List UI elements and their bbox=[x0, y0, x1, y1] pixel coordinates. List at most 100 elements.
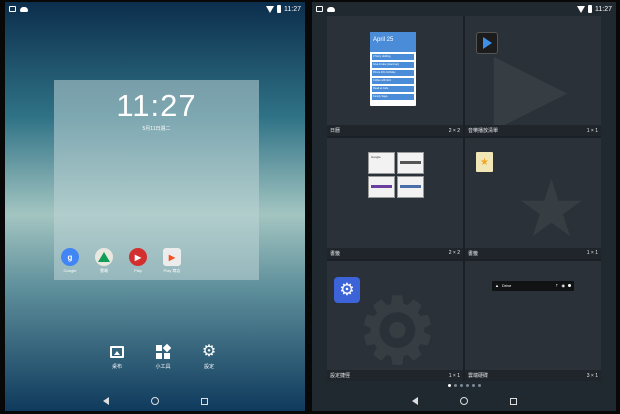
wifi-icon bbox=[577, 5, 585, 13]
bookmarks-preview: Google bbox=[368, 152, 424, 199]
settings-button[interactable]: ⚙ 設定 bbox=[197, 343, 221, 371]
back-icon[interactable] bbox=[411, 397, 418, 405]
wallpaper-button[interactable]: 桌布 bbox=[105, 344, 129, 370]
drive-icon bbox=[95, 248, 113, 266]
page-indicator bbox=[312, 384, 616, 387]
widget-label-bar: 日曆 2 × 2 bbox=[327, 125, 463, 137]
bookmark-thumb bbox=[397, 176, 424, 199]
page-dot[interactable] bbox=[471, 384, 475, 387]
calendar-event: Prince Fil's birthday bbox=[372, 70, 414, 76]
cloud-icon bbox=[327, 6, 335, 12]
homescreen-preview[interactable]: 11:27 5月11日週二 g Google 雲端 ▶ Play ▶ Play … bbox=[54, 80, 259, 280]
home-icon[interactable] bbox=[150, 397, 159, 405]
settings-gear-icon: ⚙ bbox=[334, 276, 360, 303]
widget-size: 3 × 1 bbox=[586, 372, 598, 379]
app-row: g Google 雲端 ▶ Play ▶ Play 商店 bbox=[60, 248, 182, 274]
play-store-icon: ▶ bbox=[163, 248, 181, 266]
bookmark-thumb: Google bbox=[368, 152, 395, 175]
widget-bookmark-small[interactable]: ★ ★ 書籤 1 × 1 bbox=[465, 138, 601, 259]
app-play[interactable]: ▶ Play bbox=[128, 248, 148, 274]
add-icon bbox=[568, 284, 571, 288]
calendar-event: Read at Cafe bbox=[372, 86, 414, 92]
widget-music-playlist[interactable]: ▶ 音樂播放清單 1 × 1 bbox=[465, 16, 601, 137]
drive-widget-preview: ▲ Drive ⇡ ◉ bbox=[492, 280, 574, 291]
widget-size: 2 × 2 bbox=[448, 127, 460, 134]
camera-icon: ◉ bbox=[561, 283, 566, 289]
upload-icon: ⇡ bbox=[555, 283, 559, 289]
widget-name: 雲端硬碟 bbox=[468, 373, 489, 379]
screenshot-icon bbox=[9, 6, 16, 12]
navigation-bar bbox=[312, 391, 616, 411]
bookmark-thumb bbox=[368, 176, 395, 199]
page-dot[interactable] bbox=[465, 384, 469, 387]
widget-size: 1 × 1 bbox=[586, 250, 598, 257]
bookmark-thumb-title: Google bbox=[371, 155, 381, 160]
status-time: 11:27 bbox=[595, 5, 612, 13]
recents-icon[interactable] bbox=[200, 397, 208, 405]
date-text: 5月11日週二 bbox=[142, 126, 171, 132]
widget-size: 1 × 1 bbox=[586, 127, 598, 134]
gear-icon: ⚙ bbox=[201, 343, 217, 360]
battery-icon bbox=[588, 5, 592, 13]
widget-calendar[interactable]: April 25 3 Story drafting Give & take (s… bbox=[327, 16, 463, 137]
wallpaper-icon bbox=[110, 346, 124, 358]
widget-label-bar: 雲端硬碟 3 × 1 bbox=[465, 370, 601, 381]
widgets-icon bbox=[156, 343, 172, 359]
status-bar: 11:27 bbox=[312, 2, 616, 16]
app-google[interactable]: g Google bbox=[60, 248, 80, 274]
widget-grid: April 25 3 Story drafting Give & take (s… bbox=[327, 16, 601, 381]
calendar-event: 3 Story drafting bbox=[372, 54, 414, 60]
screen: 11:27 11:27 5月11日週二 g Google 雲端 ▶ Play ▶… bbox=[0, 0, 620, 414]
widget-name: 書籤 bbox=[330, 250, 341, 257]
navigation-bar bbox=[5, 391, 305, 411]
drive-label: Drive bbox=[501, 283, 512, 289]
launcher-overview-panel: 11:27 11:27 5月11日週二 g Google 雲端 ▶ Play ▶… bbox=[5, 2, 305, 411]
calendar-preview: April 25 3 Story drafting Give & take (s… bbox=[370, 32, 416, 106]
clock-widget: 11:27 bbox=[116, 88, 197, 123]
bookmark-thumb bbox=[397, 152, 424, 175]
widget-name: 書籤 bbox=[468, 250, 479, 257]
widget-settings-shortcut[interactable]: ⚙ ⚙ 設定捷徑 1 × 1 bbox=[327, 260, 463, 381]
page-dot[interactable] bbox=[447, 384, 451, 387]
overview-actions: 桌布 小工具 ⚙ 設定 bbox=[105, 344, 221, 370]
page-dot[interactable] bbox=[477, 384, 481, 387]
widget-name: 日曆 bbox=[330, 128, 341, 135]
widget-name: 音樂播放清單 bbox=[468, 128, 499, 135]
calendar-event: Coffee with Eric bbox=[372, 78, 414, 84]
widget-name: 設定捷徑 bbox=[330, 373, 351, 379]
app-play-store[interactable]: ▶ Play 商店 bbox=[162, 248, 182, 274]
page-dot[interactable] bbox=[459, 384, 463, 387]
widget-bookmarks-large[interactable]: Google 書籤 2 × 2 bbox=[327, 138, 463, 259]
wifi-icon bbox=[266, 5, 274, 13]
calendar-event: Family Saga bbox=[372, 94, 414, 100]
gear-watermark-icon: ⚙ bbox=[357, 281, 438, 381]
bookmark-watermark-icon: ★ bbox=[520, 170, 583, 249]
calendar-header: April 25 bbox=[370, 32, 416, 52]
page-dot[interactable] bbox=[453, 384, 457, 387]
bookmark-star-icon: ★ bbox=[476, 152, 493, 173]
status-bar: 11:27 bbox=[5, 2, 305, 16]
recents-icon[interactable] bbox=[509, 397, 517, 405]
widgets-button[interactable]: 小工具 bbox=[151, 343, 175, 370]
settings-label: 設定 bbox=[203, 364, 214, 370]
back-icon[interactable] bbox=[102, 397, 109, 405]
widget-drive[interactable]: ▲ Drive ⇡ ◉ 雲端硬碟 3 × 1 bbox=[465, 260, 601, 381]
app-label: Play 商店 bbox=[163, 268, 181, 273]
calendar-event: Give & take (stand-up) bbox=[372, 62, 414, 68]
drive-icon: ▲ bbox=[495, 283, 499, 289]
widget-size: 1 × 1 bbox=[448, 372, 460, 379]
widget-size: 2 × 2 bbox=[448, 250, 460, 257]
music-play-icon bbox=[476, 32, 498, 54]
widget-label-bar: 設定捷徑 1 × 1 bbox=[327, 370, 463, 381]
widget-label-bar: 音樂播放清單 1 × 1 bbox=[465, 125, 601, 137]
widgets-label: 小工具 bbox=[155, 364, 171, 370]
widget-label-bar: 書籤 2 × 2 bbox=[327, 247, 463, 259]
widget-picker-panel: 11:27 April 25 3 Story drafting Give & t… bbox=[312, 2, 616, 411]
status-time: 11:27 bbox=[284, 5, 301, 13]
home-icon[interactable] bbox=[459, 397, 468, 405]
play-icon: ▶ bbox=[129, 248, 147, 266]
app-label: Play bbox=[134, 268, 142, 273]
app-drive[interactable]: 雲端 bbox=[94, 248, 114, 274]
screenshot-icon bbox=[316, 6, 323, 12]
app-label: Google bbox=[63, 268, 77, 273]
